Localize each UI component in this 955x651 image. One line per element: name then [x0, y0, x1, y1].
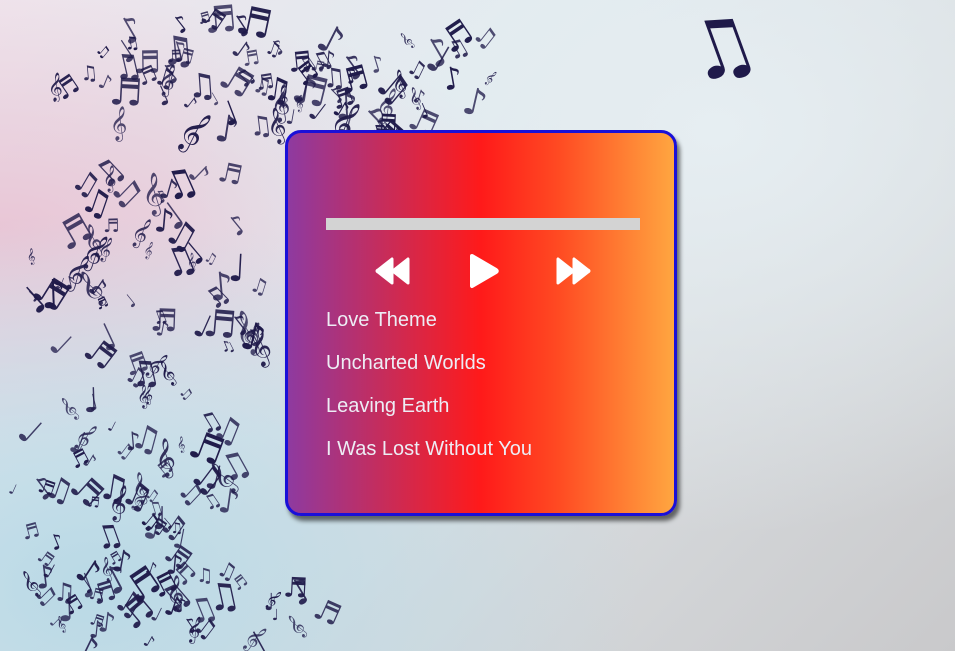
fast-rewind-icon: [375, 257, 410, 285]
playback-controls: [288, 251, 674, 291]
music-note-decoration: ♬: [132, 44, 161, 82]
music-note-decoration: 𝄞: [47, 72, 63, 102]
music-note-decoration: ♩: [42, 324, 80, 364]
music-note-decoration: 𝄞: [141, 240, 156, 261]
music-note-decoration: ♩: [6, 481, 19, 499]
music-note-decoration: ♬: [102, 215, 120, 238]
progress-bar[interactable]: [326, 218, 640, 230]
music-note-decoration: ♬: [149, 302, 179, 340]
music-note-decoration: ♪: [69, 626, 106, 651]
track-item[interactable]: I Was Lost Without You: [326, 437, 532, 480]
music-note-decoration: ♫: [175, 383, 196, 405]
music-note-decoration: 𝄞: [396, 30, 417, 51]
music-note-decoration: 𝄞: [108, 105, 129, 142]
music-note-decoration: ♩: [9, 410, 50, 453]
track-item[interactable]: Leaving Earth: [326, 394, 532, 437]
music-note-decoration: ♬: [201, 0, 239, 43]
music-note-decoration: ♫: [250, 72, 275, 101]
music-note-decoration: ♫: [246, 272, 272, 301]
fast-forward-button[interactable]: [553, 251, 593, 291]
music-note-decoration: ♩: [271, 605, 279, 624]
rewind-button[interactable]: [373, 251, 413, 291]
music-player-card: Love Theme Uncharted Worlds Leaving Eart…: [285, 130, 677, 516]
music-note-decoration: 𝄞: [55, 395, 82, 424]
music-note-decoration: ♪: [281, 568, 322, 615]
music-note-decoration: ♫: [246, 109, 275, 144]
music-note-decoration: 𝄞: [176, 436, 187, 454]
music-note-decoration: ♪: [123, 425, 143, 457]
track-list: Love Theme Uncharted Worlds Leaving Eart…: [326, 308, 532, 480]
play-icon: [470, 254, 499, 288]
track-item[interactable]: Love Theme: [326, 308, 532, 351]
music-note-decoration: ♫: [79, 59, 100, 86]
music-note-decoration: ♪: [211, 105, 243, 153]
music-note-decoration: ♬: [215, 156, 246, 193]
music-note-decoration: ♬: [64, 442, 94, 474]
music-note-decoration: 𝄞: [246, 324, 275, 369]
music-note-decoration: ♩: [105, 418, 119, 436]
music-note-decoration: ♪: [221, 208, 255, 244]
fast-forward-icon: [556, 257, 591, 285]
music-note-decoration: ♩: [226, 245, 248, 291]
music-note-decoration: ♫: [671, 0, 771, 104]
music-note-decoration: ♬: [240, 45, 262, 71]
music-note-decoration: ♬: [18, 517, 42, 545]
music-note-decoration: 𝄞: [282, 612, 310, 641]
track-item[interactable]: Uncharted Worlds: [326, 351, 532, 394]
music-note-decoration: 𝄞: [170, 106, 217, 157]
play-button[interactable]: [466, 251, 502, 291]
music-note-decoration: ♩: [121, 290, 142, 313]
music-note-decoration: ♪: [140, 630, 159, 651]
music-note-decoration: 𝄞: [102, 165, 117, 192]
music-note-decoration: ♩: [284, 103, 298, 130]
music-note-decoration: 𝄞: [25, 248, 37, 266]
